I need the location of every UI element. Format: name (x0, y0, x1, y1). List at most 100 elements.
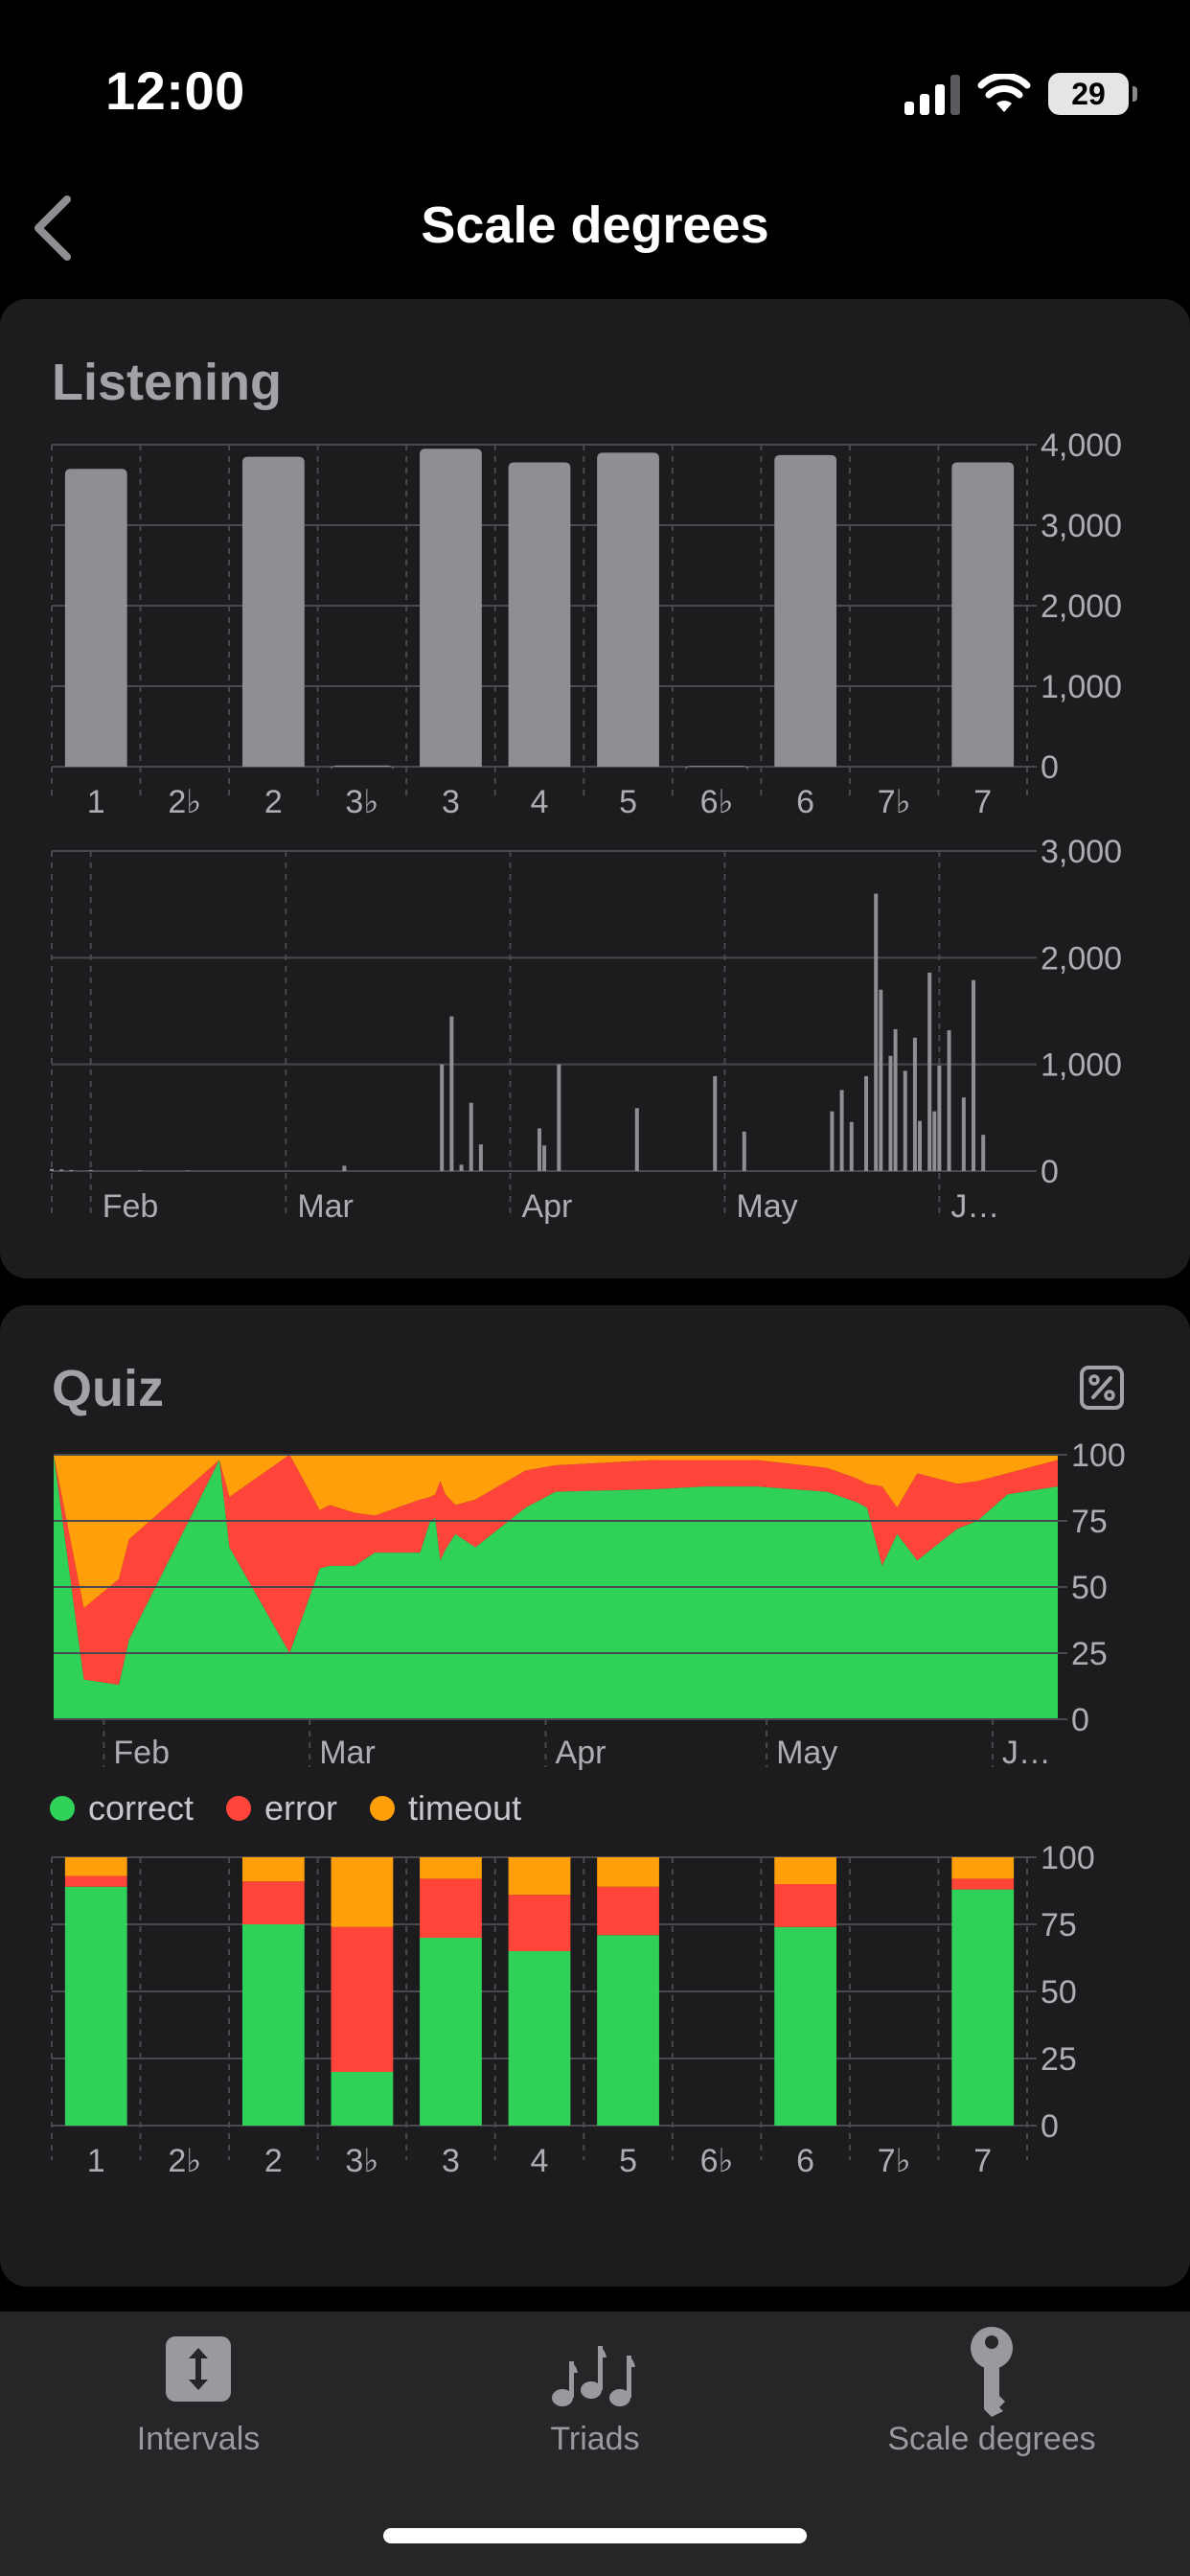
legend-item-timeout: timeout (370, 1788, 521, 1828)
bar-1-timeout (64, 1857, 127, 1876)
xtick-7: 7 (973, 784, 992, 820)
timeline-bar (440, 1064, 445, 1171)
timeline-bar (459, 1164, 464, 1171)
month-tick: May (776, 1735, 837, 1771)
xtick-3: 3 (442, 784, 460, 820)
quiz.degrees_chart-ytick: 100 (1041, 1840, 1095, 1876)
quiz.degrees_chart-ytick: 50 (1041, 1974, 1077, 2011)
month-tick: J… (1002, 1735, 1051, 1771)
tab-triads[interactable]: Triads (397, 2312, 793, 2503)
quiz.degrees_chart-ytick: 75 (1041, 1907, 1077, 1944)
timeline-bar (937, 1065, 942, 1171)
bar-4 (508, 462, 571, 767)
timeline-bar (186, 1170, 191, 1171)
listening.timeline_chart-ytick: 0 (1041, 1154, 1059, 1190)
timeline-bar (849, 1121, 854, 1171)
quiz.timeline_chart-ytick: 50 (1071, 1570, 1108, 1606)
home-indicator (383, 2528, 807, 2543)
xtick-4: 4 (531, 2143, 549, 2179)
xtick-6: 6 (796, 784, 814, 820)
bar-7-correct (951, 1889, 1015, 2126)
xtick-3♭: 3♭ (345, 2143, 378, 2179)
bar-3 (420, 448, 482, 767)
timeline-bar (50, 1168, 54, 1171)
timeline-bar (59, 1169, 64, 1171)
xtick-4: 4 (531, 784, 549, 820)
bar-4-error (508, 1895, 571, 1951)
timeline-bar (839, 1090, 844, 1171)
quiz.timeline_chart-ytick: 100 (1071, 1438, 1126, 1474)
bar-6-error (774, 1884, 837, 1927)
bar-2 (241, 456, 305, 767)
listening.degrees_chart-ytick: 2,000 (1041, 588, 1122, 625)
listening.degrees_chart-ytick: 3,000 (1041, 508, 1122, 544)
bar-1 (64, 469, 127, 767)
quiz.timeline_chart-ytick: 75 (1071, 1504, 1108, 1540)
bar-3♭-error (331, 1926, 394, 2072)
timeline-bar (830, 1111, 835, 1171)
month-tick: Feb (113, 1735, 170, 1771)
timeline-bar (478, 1144, 483, 1171)
tab-intervals-label: Intervals (136, 2421, 261, 2457)
timeline-bar (918, 1120, 923, 1171)
bar-5-error (597, 1886, 659, 1936)
music-notes-icon (552, 2346, 635, 2406)
timeline-bar (538, 1128, 541, 1171)
timeline-bar (469, 1102, 473, 1171)
month-tick: Apr (556, 1735, 606, 1771)
timeline-bar (88, 1169, 93, 1171)
timeline-bar (449, 1016, 454, 1171)
key-icon (971, 2327, 1013, 2417)
xtick-1: 1 (87, 2143, 105, 2179)
timeline-bar (912, 1037, 917, 1171)
xtick-2♭: 2♭ (168, 2143, 201, 2179)
cellular-signal-icon (904, 73, 960, 115)
timeline-bar (888, 1055, 893, 1171)
quiz.degrees_chart-ytick: 0 (1041, 2108, 1059, 2145)
listening.timeline_chart-ytick: 1,000 (1041, 1047, 1122, 1084)
xtick-1: 1 (87, 784, 105, 820)
month-tick: Feb (103, 1188, 159, 1225)
legend-label-correct: correct (88, 1788, 195, 1828)
legend-label-error: error (264, 1788, 338, 1828)
legend-dot-correct (50, 1796, 75, 1821)
bar-3-correct (420, 1938, 482, 2126)
tab-scale-degrees[interactable]: Scale degrees (793, 2312, 1190, 2503)
timeline-bar (893, 1028, 898, 1171)
timeline-bar (864, 1075, 869, 1171)
battery-icon: 29 (1048, 73, 1137, 115)
bar-7-timeout (951, 1857, 1015, 1879)
bar-4-correct (508, 1951, 571, 2126)
timeline-bar (634, 1108, 639, 1171)
status-indicators: 29 (904, 69, 1137, 119)
bar-3♭ (331, 765, 394, 771)
xtick-2: 2 (264, 784, 283, 820)
timeline-bar (557, 1064, 561, 1171)
bar-7 (951, 462, 1015, 767)
bar-5 (597, 452, 659, 767)
month-tick: Apr (521, 1188, 572, 1225)
xtick-3♭: 3♭ (345, 784, 378, 820)
xtick-3: 3 (442, 2143, 460, 2179)
status-time: 12:00 (105, 60, 245, 121)
timeline-bar (932, 1111, 937, 1171)
bar-7-error (951, 1878, 1015, 1890)
bar-2-correct (241, 1924, 305, 2126)
timeline-bar (874, 893, 879, 1171)
bar-2-error (241, 1881, 305, 1924)
timeline-bar (879, 989, 883, 1171)
wifi-icon (977, 74, 1031, 112)
bar-3-error (420, 1878, 482, 1938)
listening.degrees_chart-ytick: 1,000 (1041, 669, 1122, 705)
legend-dot-error (226, 1796, 252, 1821)
bar-3♭-correct (331, 2072, 394, 2126)
listening.timeline_chart-ytick: 2,000 (1041, 940, 1122, 977)
tab-intervals[interactable]: Intervals (0, 2312, 397, 2503)
month-tick: J… (950, 1188, 999, 1225)
listening.degrees_chart-ytick: 4,000 (1041, 427, 1122, 464)
bar-6-timeout (774, 1857, 837, 1884)
xtick-5: 5 (619, 2143, 637, 2179)
timeline-bar (137, 1170, 142, 1171)
xtick-6: 6 (796, 2143, 814, 2179)
timeline-bar (981, 1135, 986, 1171)
